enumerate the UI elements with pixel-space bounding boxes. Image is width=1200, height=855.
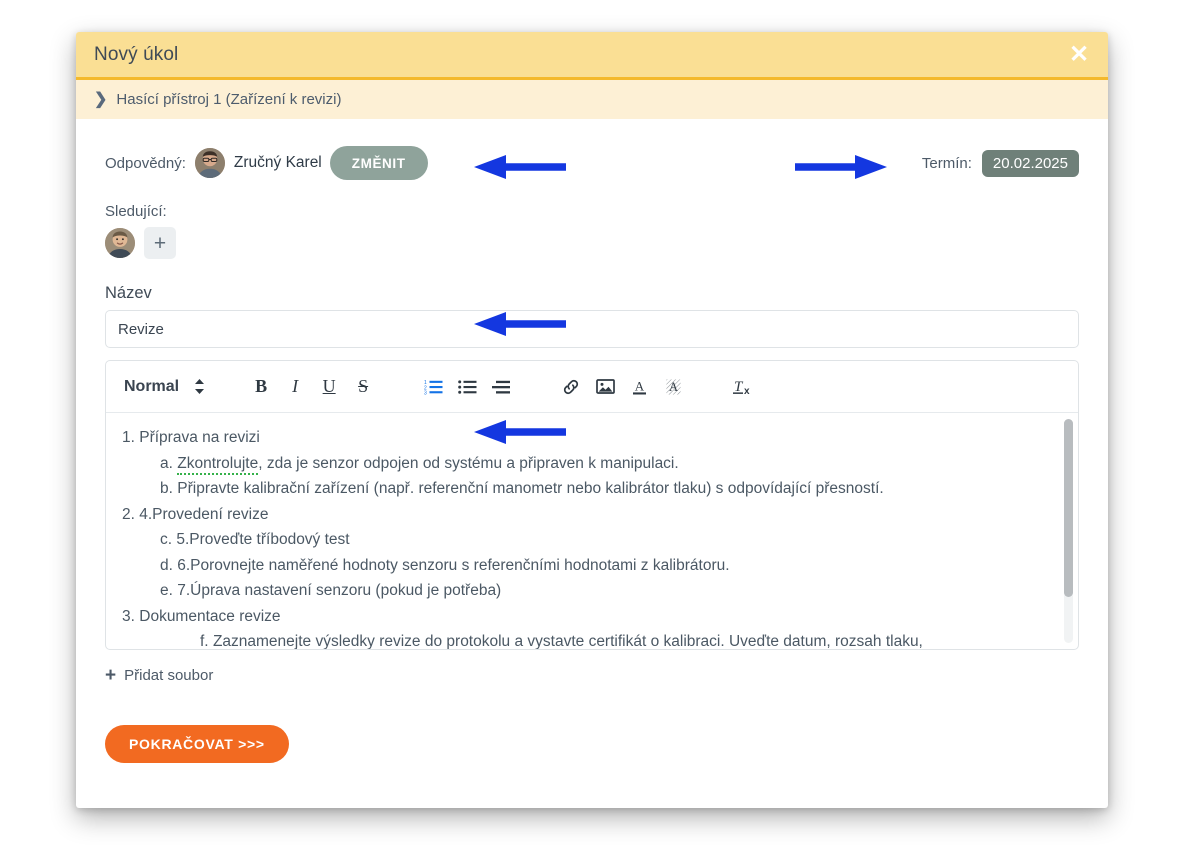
- plus-icon: +: [105, 665, 117, 686]
- editor-content[interactable]: 1. Příprava na revizi a. Zkontrolujte, z…: [106, 413, 1078, 649]
- doc-line: c. 5.Proveďte tříbodový test: [160, 531, 350, 548]
- add-file-label: Přidat soubor: [124, 667, 214, 684]
- italic-icon[interactable]: I: [278, 370, 312, 404]
- continue-button[interactable]: POKRAČOVAT >>>: [105, 725, 289, 763]
- title-input[interactable]: [105, 310, 1079, 348]
- deadline-group: Termín: 20.02.2025: [922, 145, 1079, 181]
- page-title: Nový úkol: [94, 43, 179, 65]
- change-responsible-button[interactable]: ZMĚNIT: [329, 146, 428, 180]
- image-icon[interactable]: [588, 370, 622, 404]
- deadline-label: Termín:: [921, 154, 972, 172]
- breadcrumb-label: Hasící přístroj 1 (Zařízení k revizi): [116, 91, 342, 108]
- format-select-label: Normal: [124, 377, 180, 395]
- underline-icon[interactable]: U: [312, 370, 346, 404]
- text-color-icon[interactable]: A: [622, 370, 656, 404]
- svg-text:3: 3: [424, 390, 427, 394]
- chevron-updown-icon: [195, 379, 205, 394]
- doc-line: f. Zaznamenejte výsledky revize do proto…: [200, 633, 923, 649]
- doc-line: 1. Příprava na revizi: [122, 429, 260, 446]
- doc-line: 2. 4.Provedení revize: [122, 505, 269, 523]
- insert-group: A A: [554, 370, 690, 404]
- spellcheck-word: Zkontrolujte: [177, 454, 259, 475]
- outdent-icon[interactable]: [484, 370, 518, 404]
- deadline-value[interactable]: 20.02.2025: [981, 149, 1079, 177]
- title-field-label: Název: [105, 284, 152, 302]
- svg-text:A: A: [669, 380, 678, 394]
- svg-text:x: x: [744, 386, 750, 396]
- responsible-name: Zručný Karel: [233, 154, 322, 171]
- list-group: 1 2 3: [416, 370, 518, 404]
- responsible-row: Odpovědný: Zručný Karel ZMĚNIT Termín: 2…: [105, 145, 1079, 181]
- clear-format-icon[interactable]: T x: [726, 370, 760, 404]
- svg-text:A: A: [634, 378, 644, 393]
- breadcrumb[interactable]: ❯ Hasící přístroj 1 (Zařízení k revizi): [76, 80, 1108, 119]
- rich-text-editor: Normal B I U S 1 2 3 A A T x 1. Příprava…: [105, 360, 1079, 650]
- bullet-list-icon[interactable]: [450, 370, 484, 404]
- editor-toolbar: Normal B I U S 1 2 3 A A T x: [106, 361, 1078, 413]
- avatar-responsible[interactable]: [194, 148, 225, 178]
- link-icon[interactable]: [554, 370, 588, 404]
- doc-line: b. Připravte kalibrační zařízení (např. …: [160, 480, 884, 497]
- add-file-button[interactable]: + Přidat soubor: [105, 666, 213, 685]
- format-select[interactable]: Normal: [124, 378, 210, 396]
- highlight-color-icon[interactable]: A: [656, 370, 690, 404]
- avatar-watcher[interactable]: [105, 228, 135, 258]
- text-style-group: B I U S: [244, 370, 380, 404]
- watchers-label: Sledující:: [105, 203, 167, 220]
- close-icon[interactable]: ✕: [1066, 42, 1092, 68]
- watchers-row: +: [105, 227, 1079, 259]
- strikethrough-icon[interactable]: S: [346, 370, 380, 404]
- responsible-label: Odpovědný:: [105, 154, 186, 172]
- modal-body: Odpovědný: Zručný Karel ZMĚNIT Termín: 2…: [76, 119, 1108, 805]
- doc-line: 3. Dokumentace revize: [122, 607, 281, 625]
- doc-line: e. 7.Úprava nastavení senzoru (pokud je …: [160, 582, 502, 599]
- bold-icon[interactable]: B: [244, 370, 278, 404]
- add-watcher-button[interactable]: +: [144, 227, 176, 259]
- modal-header: Nový úkol ✕: [76, 32, 1108, 80]
- editor-scrollbar-thumb[interactable]: [1064, 419, 1073, 597]
- doc-line: d. 6.Porovnejte naměřené hodnoty senzoru…: [160, 556, 730, 574]
- new-task-modal: Nový úkol ✕ ❯ Hasící přístroj 1 (Zařízen…: [76, 32, 1108, 808]
- screen: Nový úkol ✕ ❯ Hasící přístroj 1 (Zařízen…: [0, 0, 1200, 855]
- doc-line: a. Zkontrolujte, zda je senzor odpojen o…: [122, 451, 1062, 477]
- ordered-list-icon[interactable]: 1 2 3: [416, 370, 450, 404]
- editor-scrollbar[interactable]: [1064, 419, 1073, 643]
- chevron-right-icon: ❯: [94, 90, 108, 108]
